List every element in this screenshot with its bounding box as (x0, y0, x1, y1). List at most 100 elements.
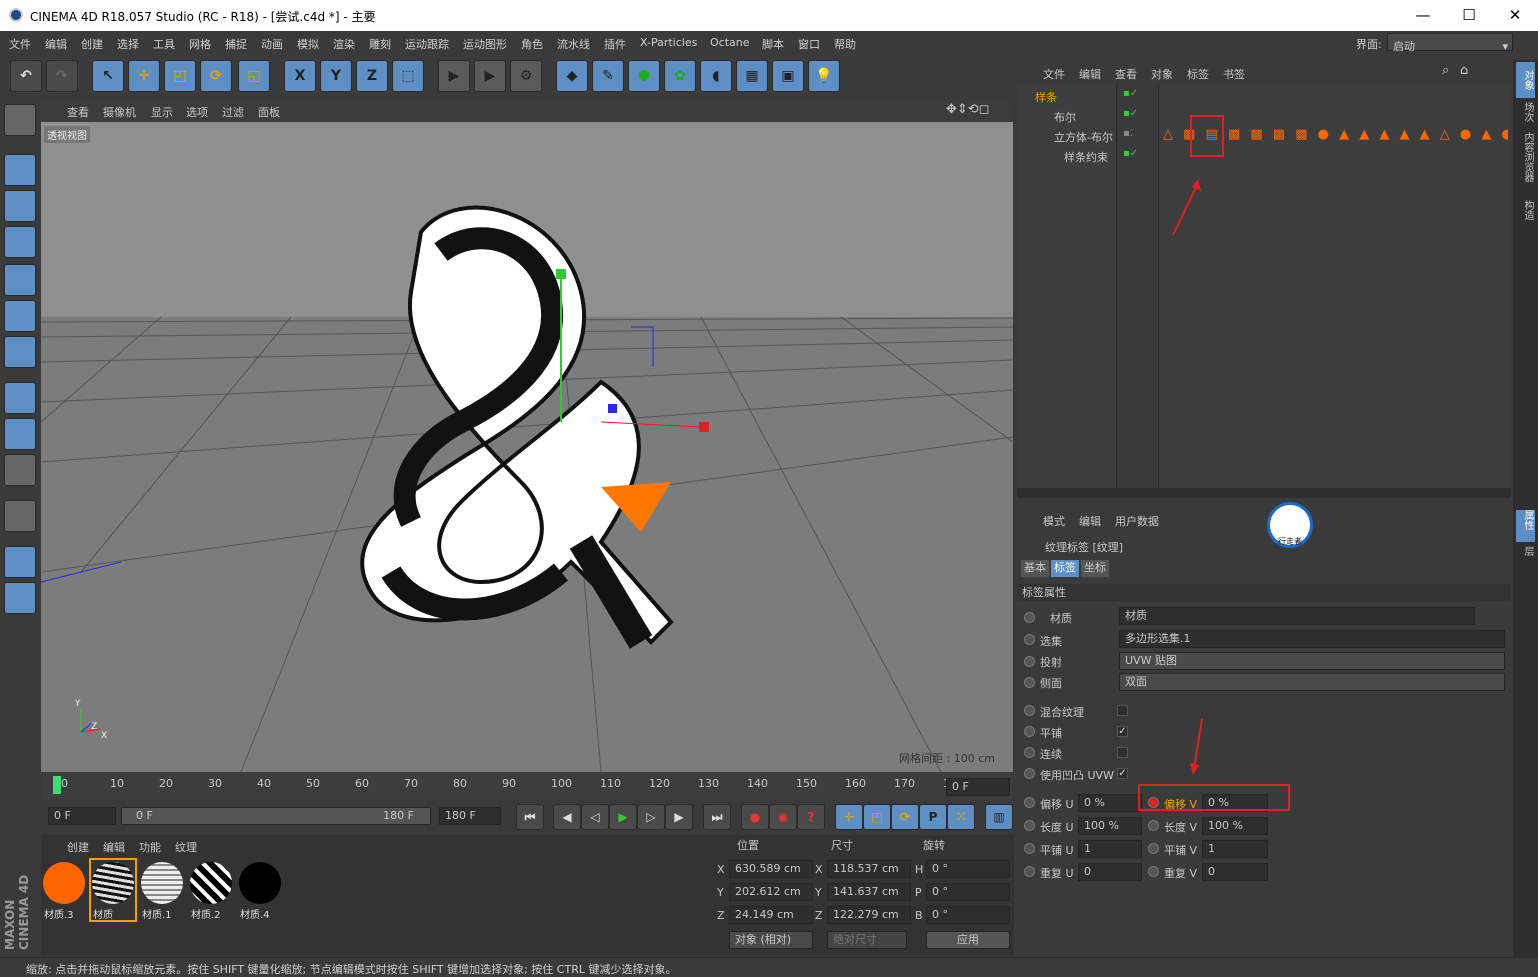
vp-menu-panel[interactable]: 面板 (258, 104, 280, 120)
workplane-lock-icon[interactable] (4, 546, 36, 578)
deformer-button[interactable]: ◖ (700, 60, 732, 92)
material-swatch[interactable]: 材质.2 (189, 860, 233, 921)
goto-start-button[interactable]: ⏮ (516, 804, 544, 830)
scale-tool[interactable]: ◰ (164, 60, 196, 92)
maximize-button[interactable]: ☐ (1446, 0, 1492, 31)
vp-menu-display[interactable]: 显示 (151, 104, 173, 120)
key-pla-button[interactable]: ⁙ (947, 804, 975, 830)
menu-motion-tracking[interactable]: 运动跟踪 (405, 36, 449, 52)
key-param-button[interactable]: P (919, 804, 947, 830)
side-tab-layers[interactable]: 层 (1516, 546, 1535, 566)
viewport-nav-icons[interactable]: ✥⇕⟲◻ (946, 102, 989, 117)
object-item-spline-wrap[interactable]: 样条约束 (1064, 149, 1108, 165)
cube-object-button[interactable]: ◆ (556, 60, 588, 92)
rotate-tool[interactable]: ⟳ (200, 60, 232, 92)
visibility-check-icon[interactable]: ▪✓ (1123, 108, 1138, 119)
recent-tool[interactable]: ◱ (238, 60, 270, 92)
current-frame-field[interactable]: 0 F (946, 778, 1010, 796)
position-z-field[interactable]: 24.149 cm (729, 906, 813, 924)
pen-spline-button[interactable]: ✎ (592, 60, 624, 92)
visibility-check-icon[interactable]: ▪✓ (1123, 88, 1138, 99)
tab-tag[interactable]: 标签 (1051, 560, 1079, 577)
material-swatch-selected[interactable]: 材质 (89, 858, 137, 922)
radio-icon[interactable] (1024, 843, 1035, 854)
menu-select[interactable]: 选择 (117, 36, 139, 52)
polygons-mode-icon[interactable] (4, 336, 36, 368)
prev-key-button[interactable]: ◀ (553, 804, 581, 830)
apply-button[interactable]: 应用 (926, 931, 1010, 949)
attr-menu-userdata[interactable]: 用户数据 (1115, 513, 1159, 529)
material-swatch[interactable]: 材质.4 (238, 860, 282, 921)
menu-file[interactable]: 文件 (9, 36, 31, 52)
mat-menu-create[interactable]: 创建 (67, 839, 89, 855)
key-rotation-button[interactable]: ⟳ (891, 804, 919, 830)
tile-checkbox[interactable]: ✓ (1117, 726, 1128, 737)
obj-menu-file[interactable]: 文件 (1043, 66, 1065, 82)
minimize-button[interactable]: — (1400, 0, 1446, 31)
radio-icon[interactable] (1024, 726, 1035, 737)
snap-icon[interactable] (4, 500, 36, 532)
perspective-viewport[interactable]: 透视视图 网格间距 : 100 cm Y Z X (41, 122, 1013, 772)
render-picture-viewer-button[interactable]: ▶ (474, 60, 506, 92)
obj-menu-view[interactable]: 查看 (1115, 66, 1137, 82)
radio-icon[interactable] (1024, 705, 1035, 716)
vp-menu-view[interactable]: 查看 (67, 104, 89, 120)
material-link-field[interactable]: 材质 (1119, 607, 1475, 625)
length-v-field[interactable]: 100 % (1202, 817, 1268, 835)
horizontal-scrollbar[interactable] (1017, 488, 1511, 498)
menu-mesh[interactable]: 网格 (189, 36, 211, 52)
radio-icon[interactable] (1024, 747, 1035, 758)
autokey-button[interactable]: ◉ (769, 804, 797, 830)
projection-select[interactable]: UVW 贴图 (1119, 652, 1505, 670)
menu-simulate[interactable]: 模拟 (297, 36, 319, 52)
menu-plugins[interactable]: 插件 (604, 36, 626, 52)
play-button[interactable]: ▶ (609, 804, 637, 830)
timeline-window-button[interactable]: ▥ (985, 804, 1013, 830)
menu-animate[interactable]: 动画 (261, 36, 283, 52)
radio-icon[interactable] (1024, 797, 1035, 808)
tiles-u-field[interactable]: 1 (1078, 840, 1142, 858)
y-axis-lock[interactable]: Y (320, 60, 352, 92)
record-keys-button[interactable]: ● (741, 804, 769, 830)
rotation-b-field[interactable]: 0 ° (926, 906, 1010, 924)
timeline-ruler[interactable]: 0 10 20 30 40 50 60 70 80 90 100 110 120 130 140 150 160… (41, 772, 1013, 800)
menu-create[interactable]: 创建 (81, 36, 103, 52)
points-mode-icon[interactable] (4, 264, 36, 296)
home-icon[interactable]: ⌂ (1460, 63, 1468, 78)
seamless-checkbox[interactable] (1117, 747, 1128, 758)
radio-icon[interactable] (1024, 677, 1035, 688)
camera-button[interactable]: ▣ (772, 60, 804, 92)
obj-menu-edit[interactable]: 编辑 (1079, 66, 1101, 82)
prev-frame-button[interactable]: ◁ (581, 804, 609, 830)
size-y-field[interactable]: 141.637 cm (827, 883, 911, 901)
tab-coord[interactable]: 坐标 (1081, 560, 1109, 577)
goto-end-button[interactable]: ⏭ (703, 804, 731, 830)
menu-script[interactable]: 脚本 (762, 36, 784, 52)
menu-snap[interactable]: 捕捉 (225, 36, 247, 52)
workplane-mode-icon[interactable] (4, 226, 36, 258)
radio-icon[interactable] (1024, 866, 1035, 877)
radio-icon[interactable] (1148, 820, 1159, 831)
undo-button[interactable]: ↶ (10, 60, 42, 92)
range-slider[interactable]: 0 F 180 F (121, 807, 431, 825)
radio-icon[interactable] (1148, 866, 1159, 877)
menu-xparticles[interactable]: X-Particles (640, 36, 697, 49)
search-icon[interactable]: ⌕ (1442, 63, 1449, 78)
next-key-button[interactable]: ▶ (665, 804, 693, 830)
menu-octane[interactable]: Octane (710, 36, 750, 49)
close-button[interactable]: ✕ (1492, 0, 1538, 31)
material-swatch[interactable]: 材质.3 (42, 860, 86, 921)
menu-character[interactable]: 角色 (521, 36, 543, 52)
start-frame-field[interactable]: 0 F (48, 807, 116, 825)
side-tab-structure[interactable]: 构造 (1516, 200, 1535, 226)
menu-window[interactable]: 窗口 (798, 36, 820, 52)
size-x-field[interactable]: 118.537 cm (827, 860, 911, 878)
use-bump-uvw-checkbox[interactable]: ✓ (1117, 768, 1128, 779)
repeat-u-field[interactable]: 0 (1078, 863, 1142, 881)
vp-menu-options[interactable]: 选项 (186, 104, 208, 120)
coordinate-system-button[interactable]: ⬚ (392, 60, 424, 92)
mix-textures-checkbox[interactable] (1117, 705, 1128, 716)
object-item-boole[interactable]: 布尔 (1054, 109, 1076, 125)
redo-button[interactable]: ↷ (46, 60, 78, 92)
render-settings-button[interactable]: ⚙ (510, 60, 542, 92)
